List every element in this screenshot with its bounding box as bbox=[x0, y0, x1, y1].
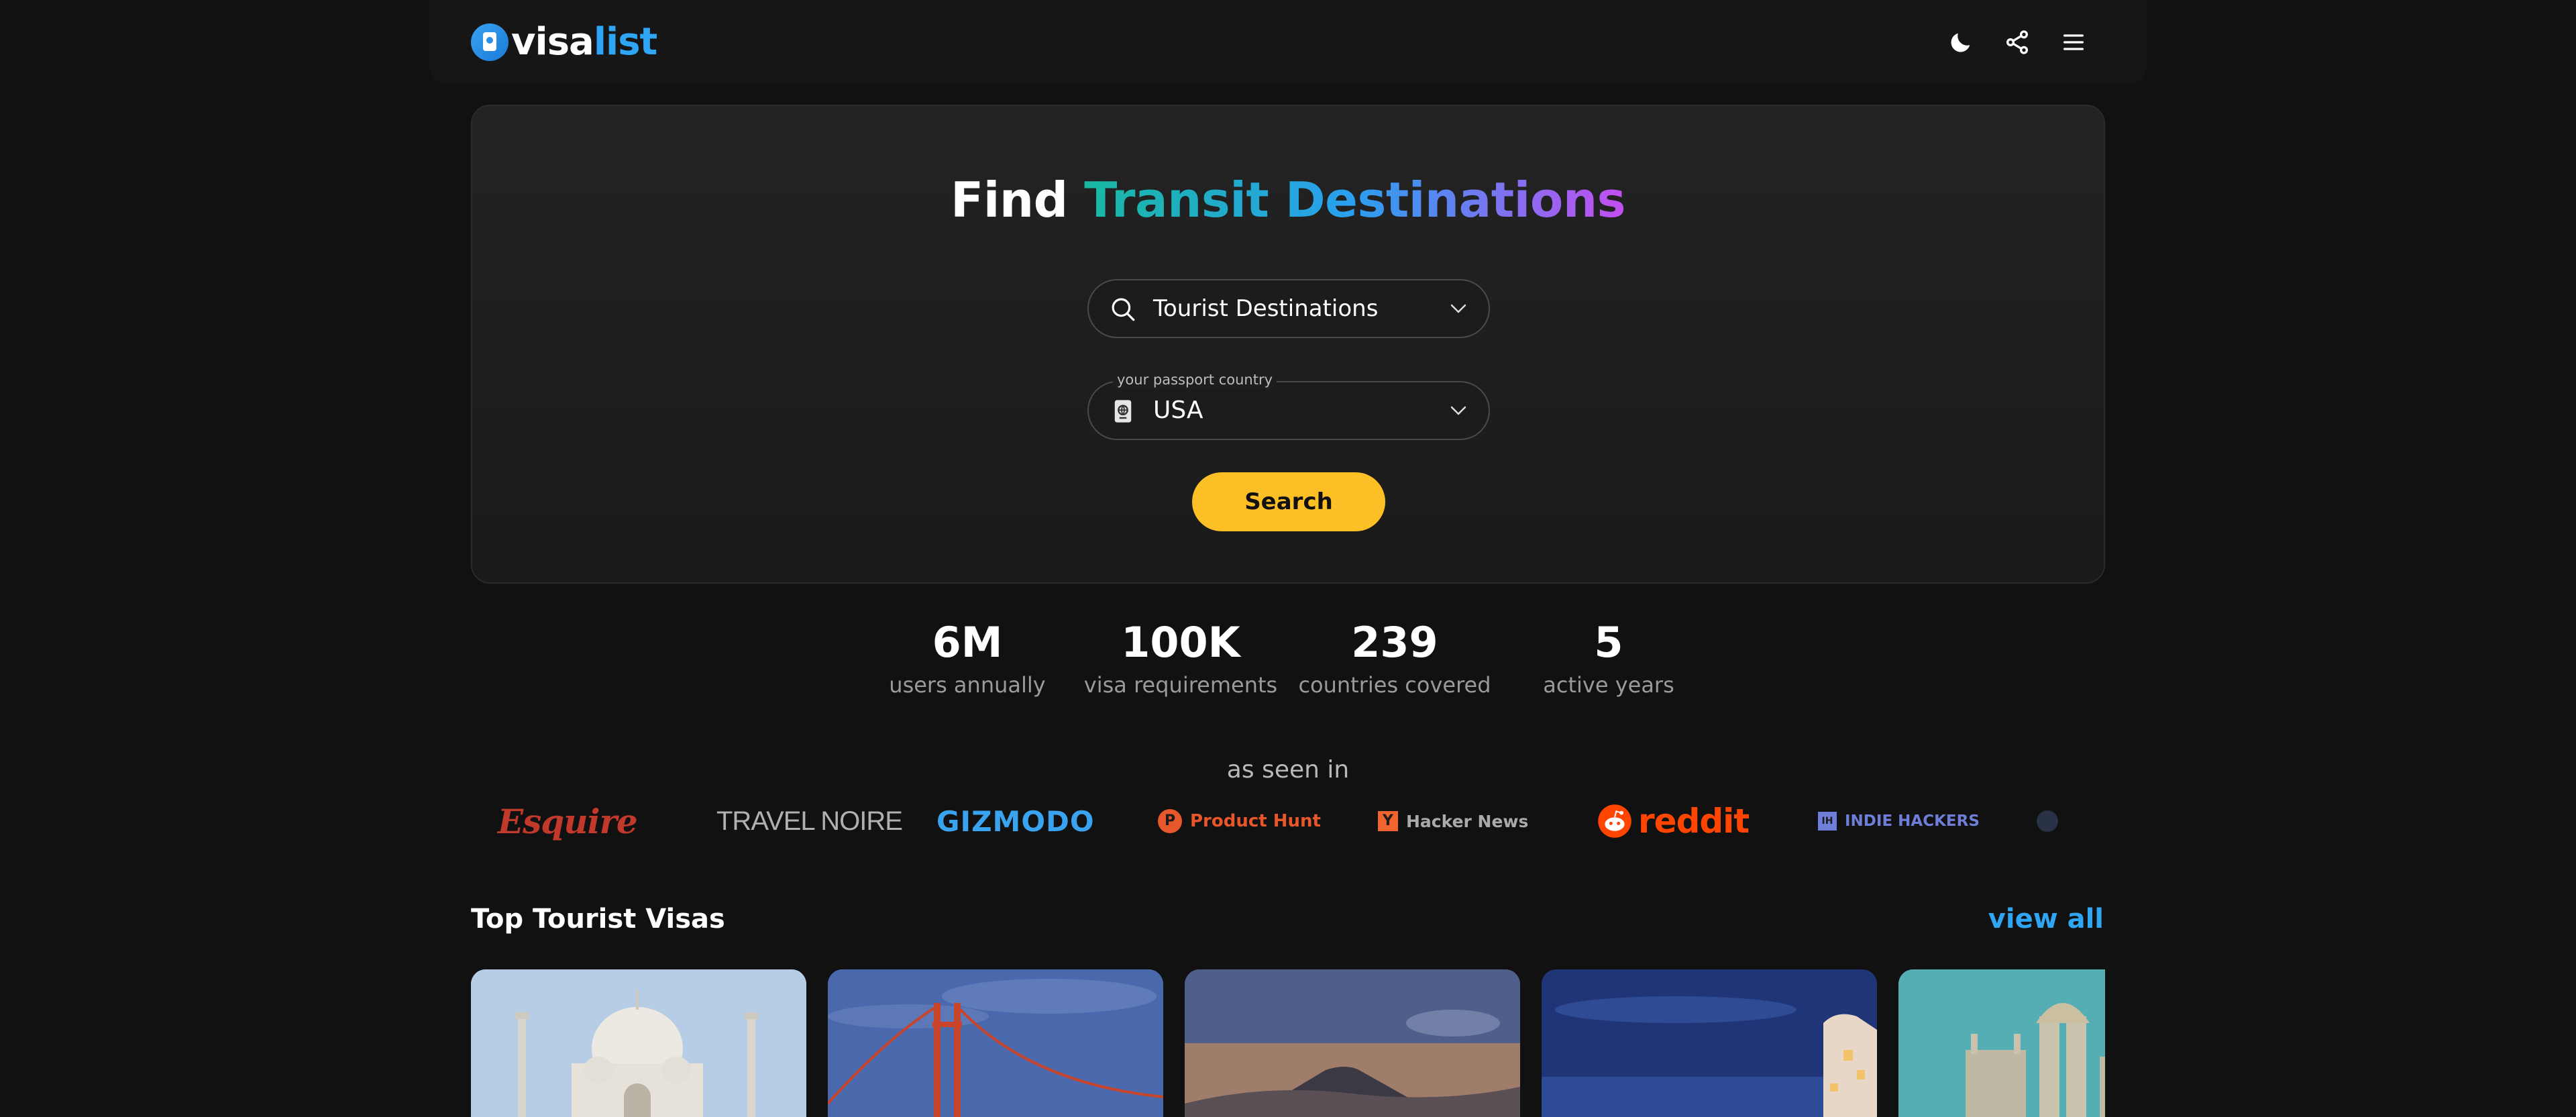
stat-visa-requirements: 100K visa requirements bbox=[1080, 616, 1281, 700]
stat-label: visa requirements bbox=[1083, 672, 1278, 698]
press-logo-reddit[interactable]: reddit bbox=[1597, 798, 1750, 844]
stat-value: 100K bbox=[1121, 618, 1240, 667]
volcano-landscape-image bbox=[1185, 969, 1520, 1117]
reddit-alien-icon bbox=[1598, 804, 1631, 838]
search-button[interactable]: Search bbox=[1192, 472, 1385, 531]
golden-gate-bridge-image bbox=[828, 969, 1163, 1117]
press-logo-text: INDIE HACKERS bbox=[1845, 812, 1980, 830]
press-logo-text: Product Hunt bbox=[1190, 811, 1321, 831]
moon-icon bbox=[1951, 33, 1970, 52]
hero-title-highlight: Transit Destinations bbox=[1084, 172, 1625, 228]
passport-country-select[interactable]: your passport country USA bbox=[1087, 370, 1490, 440]
menu-button[interactable] bbox=[2054, 23, 2093, 62]
hero-title-plain: Find bbox=[951, 172, 1068, 228]
passport-logo-icon bbox=[471, 23, 508, 61]
indie-hackers-icon: IH bbox=[1818, 812, 1837, 831]
stat-users: 6M users annually bbox=[867, 616, 1068, 700]
section-title: Top Tourist Visas bbox=[471, 904, 725, 935]
stat-value: 239 bbox=[1351, 618, 1438, 667]
press-logo-text: Esquire bbox=[498, 801, 638, 841]
logo-wordmark: visalist bbox=[511, 19, 657, 66]
visalist-logo[interactable]: visalist bbox=[471, 19, 657, 66]
taj-mahal-image bbox=[471, 969, 806, 1117]
stat-label: users annually bbox=[889, 672, 1046, 698]
menu-icon bbox=[2063, 34, 2084, 50]
stat-label: countries covered bbox=[1298, 672, 1491, 698]
view-all-link[interactable]: view all bbox=[1988, 899, 2104, 939]
dark-mode-toggle[interactable] bbox=[1941, 23, 1980, 62]
press-logo-faded[interactable] bbox=[2037, 798, 2058, 844]
share-icon bbox=[2006, 30, 2028, 54]
atlantis-resort-image bbox=[1898, 969, 2105, 1117]
share-button[interactable] bbox=[1998, 23, 2037, 62]
destination-card-indonesia[interactable] bbox=[1185, 969, 1520, 1117]
press-logo-hacker-news[interactable]: Y Hacker News bbox=[1378, 798, 1528, 844]
logo-text-list: list bbox=[593, 20, 657, 64]
destination-type-select[interactable]: Tourist Destinations bbox=[1087, 279, 1490, 338]
press-logo-text: Hacker News bbox=[1406, 811, 1529, 831]
stat-active-years: 5 active years bbox=[1508, 616, 1709, 700]
chevron-down-icon bbox=[1450, 304, 1466, 313]
destination-card-usa[interactable] bbox=[828, 969, 1163, 1117]
search-icon bbox=[1112, 298, 1135, 321]
stat-countries: 239 countries covered bbox=[1294, 616, 1495, 700]
hero-title: Find Transit Destinations bbox=[472, 166, 2104, 233]
top-header: visalist bbox=[429, 0, 2147, 84]
press-logo-text: reddit bbox=[1638, 802, 1750, 841]
passport-country-value: USA bbox=[1153, 396, 1203, 424]
press-logo-product-hunt[interactable]: P Product Hunt bbox=[1158, 798, 1321, 844]
press-logo-gizmodo[interactable]: GIZMODO bbox=[936, 798, 1095, 844]
destination-card-uae[interactable] bbox=[1898, 969, 2105, 1117]
destination-card-greece[interactable] bbox=[1542, 969, 1877, 1117]
search-hero-panel: Find Transit Destinations Tourist Destin… bbox=[471, 105, 2105, 584]
stat-value: 5 bbox=[1594, 618, 1623, 667]
faded-logo-icon bbox=[2037, 810, 2058, 832]
press-logo-text: GIZMODO bbox=[936, 804, 1095, 838]
stat-label: active years bbox=[1543, 672, 1674, 698]
chevron-down-icon bbox=[1450, 406, 1466, 415]
press-logo-indie-hackers[interactable]: IH INDIE HACKERS bbox=[1818, 798, 1980, 844]
product-hunt-icon: P bbox=[1158, 809, 1182, 833]
press-logo-text: TRAVEL NOIRE bbox=[716, 806, 903, 836]
logo-text-visa: visa bbox=[511, 20, 594, 64]
hacker-news-icon: Y bbox=[1378, 811, 1398, 831]
stat-value: 6M bbox=[932, 618, 1003, 667]
destination-type-value: Tourist Destinations bbox=[1153, 295, 1379, 322]
press-logo-travel-noire[interactable]: TRAVEL NOIRE bbox=[716, 798, 903, 844]
santorini-night-image bbox=[1542, 969, 1877, 1117]
passport-icon bbox=[1114, 400, 1132, 423]
destination-card-india[interactable] bbox=[471, 969, 806, 1117]
as-seen-in-title: as seen in bbox=[1226, 756, 1350, 784]
destination-carousel bbox=[471, 969, 2105, 1117]
press-logo-esquire[interactable]: Esquire bbox=[498, 798, 638, 844]
